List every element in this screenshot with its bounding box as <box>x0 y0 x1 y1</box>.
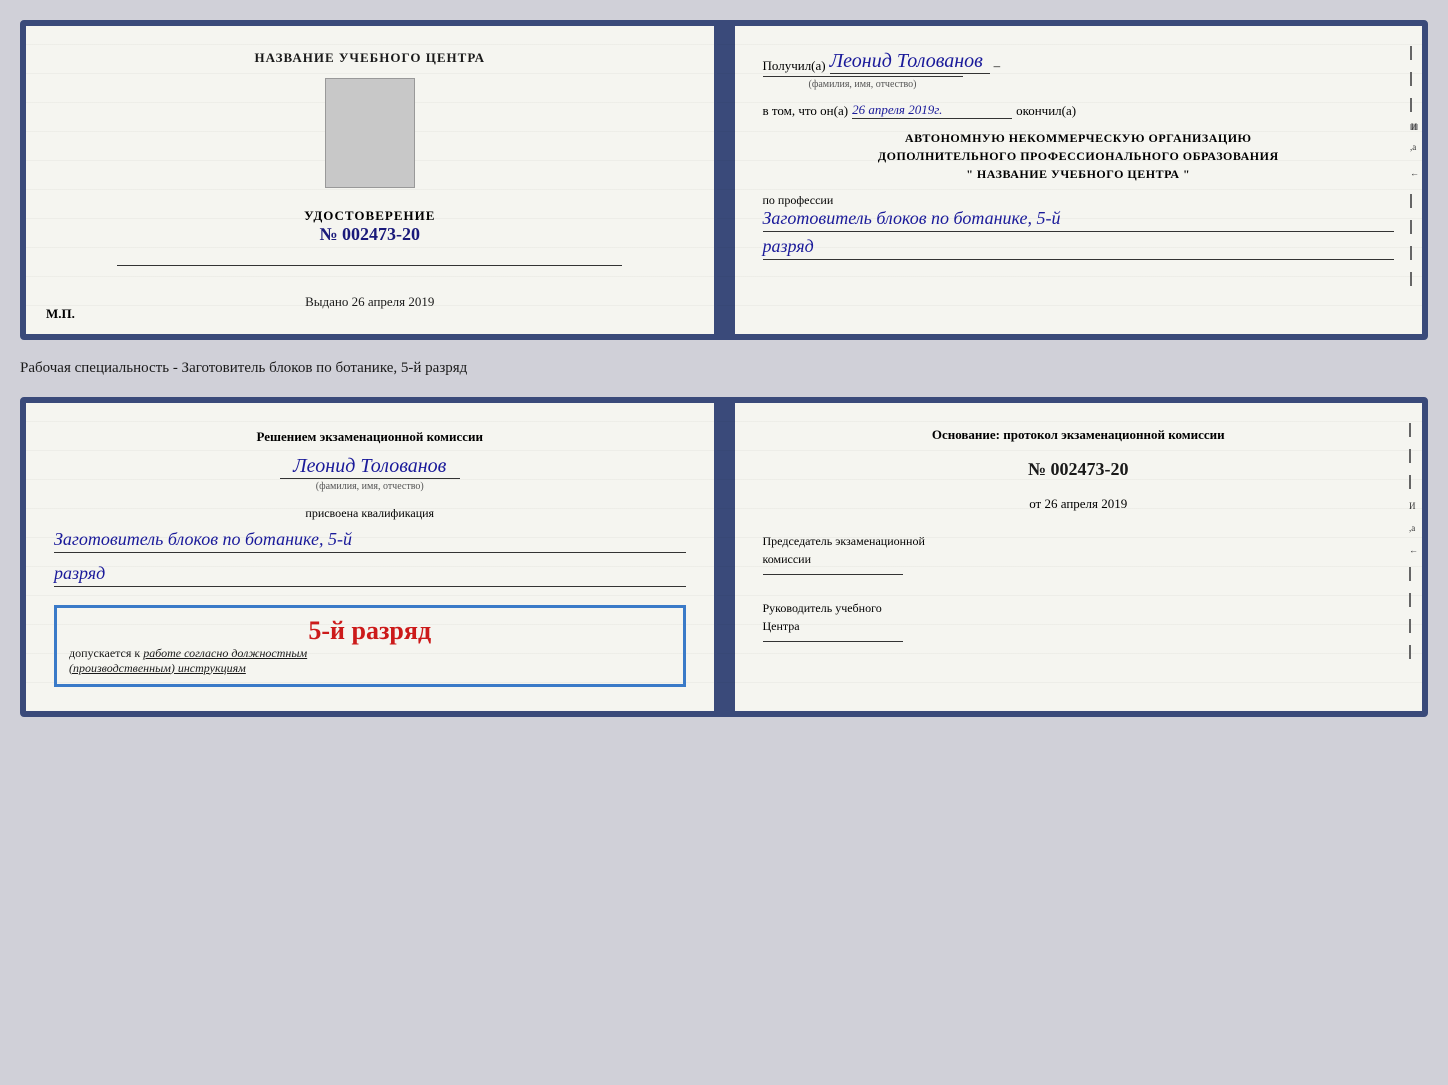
cert-vtom-date: 26 апреля 2019г. <box>852 102 1012 119</box>
qual-stamp-box: 5-й разряд допускается к работе согласно… <box>54 605 686 687</box>
qual-right-panel: Основание: протокол экзаменационной коми… <box>735 403 1423 711</box>
qual-head-line1: Руководитель учебного <box>763 599 1395 617</box>
cert-org-block: АВТОНОМНУЮ НЕКОММЕРЧЕСКУЮ ОРГАНИЗАЦИЮ ДО… <box>763 129 1395 183</box>
cert-razryad: разряд <box>763 236 1395 260</box>
qual-person-block: Леонид Толованов (фамилия, имя, отчество… <box>54 455 686 498</box>
cert-photo-placeholder <box>325 78 415 188</box>
qual-osnov-label: Основание: протокол экзаменационной коми… <box>763 427 1395 443</box>
certificate-card: НАЗВАНИЕ УЧЕБНОГО ЦЕНТРА УДОСТОВЕРЕНИЕ №… <box>20 20 1428 340</box>
cert-org-line2: ДОПОЛНИТЕЛЬНОГО ПРОФЕССИОНАЛЬНОГО ОБРАЗО… <box>763 147 1395 165</box>
cert-vtom-prefix: в том, что он(а) <box>763 103 849 119</box>
qual-person-name: Леонид Толованов <box>54 455 686 478</box>
qual-stamp-dopusk: допускается к работе согласно должностны… <box>69 646 671 661</box>
cert-issued: Выдано 26 апреля 2019 <box>305 294 434 310</box>
cert-vtom-row: в том, что он(а) 26 апреля 2019г. окончи… <box>763 102 1395 119</box>
qual-left-panel: Решением экзаменационной комиссии Леонид… <box>26 403 717 711</box>
qual-profession-value: Заготовитель блоков по ботанике, 5-й <box>54 529 686 553</box>
cert-org-line1: АВТОНОМНУЮ НЕКОММЕРЧЕСКУЮ ОРГАНИЗАЦИЮ <box>763 129 1395 147</box>
cert-udost-label: УДОСТОВЕРЕНИЕ <box>304 208 435 224</box>
qual-date-from: от 26 апреля 2019 <box>763 496 1395 512</box>
qualification-card: Решением экзаменационной комиссии Леонид… <box>20 397 1428 717</box>
specialty-label: Рабочая специальность - Заготовитель бло… <box>20 356 1428 381</box>
cert-fio-label: (фамилия, имя, отчество) <box>763 76 963 90</box>
qual-assigned-label: присвоена квалификация <box>54 506 686 521</box>
qual-stamp-instruktsii: (производственным) инструкциям <box>69 661 671 676</box>
cert-recipient-row: Получил(а) Леонид Толованов – <box>763 50 1395 74</box>
qual-head-block: Руководитель учебного Центра <box>763 599 1395 648</box>
qual-stamp-grade: 5-й разряд <box>69 616 671 646</box>
page-wrapper: НАЗВАНИЕ УЧЕБНОГО ЦЕНТРА УДОСТОВЕРЕНИЕ №… <box>20 20 1428 717</box>
qual-protocol-number: № 002473-20 <box>763 459 1395 480</box>
qual-head-sign-line <box>763 641 903 642</box>
cert-right-panel: Получил(а) Леонид Толованов – (фамилия, … <box>735 26 1423 334</box>
cert-profession-value: Заготовитель блоков по ботанике, 5-й <box>763 208 1395 232</box>
qual-chairman-line1: Председатель экзаменационной <box>763 532 1395 550</box>
cert-poluchil-label: Получил(а) <box>763 58 826 74</box>
qual-chairman-sign-line <box>763 574 903 575</box>
cert-dash: – <box>994 58 1001 74</box>
cert-left-panel: НАЗВАНИЕ УЧЕБНОГО ЦЕНТРА УДОСТОВЕРЕНИЕ №… <box>26 26 717 334</box>
qual-deco-lines: И ,а ← <box>1409 423 1418 659</box>
cert-okончil-label: окончил(а) <box>1016 103 1076 119</box>
qual-decision-text: Решением экзаменационной комиссии <box>54 427 686 447</box>
qual-chairman-line2: комиссии <box>763 550 1395 568</box>
cert-recipient-name: Леонид Толованов <box>830 50 990 74</box>
qual-spine <box>717 403 735 711</box>
cert-deco-lines: И ,а ← <box>1410 46 1418 286</box>
cert-number: № 002473-20 <box>304 224 435 245</box>
cert-spine <box>717 26 735 334</box>
qual-razryad-value: разряд <box>54 563 686 587</box>
cert-org-line3: " НАЗВАНИЕ УЧЕБНОГО ЦЕНТРА " <box>763 165 1395 183</box>
qual-fio-label: (фамилия, имя, отчество) <box>280 478 460 492</box>
qual-head-line2: Центра <box>763 617 1395 635</box>
qual-chairman-block: Председатель экзаменационной комиссии <box>763 532 1395 581</box>
cert-po-professii: по профессии <box>763 193 1395 208</box>
cert-udost-block: УДОСТОВЕРЕНИЕ № 002473-20 <box>304 208 435 245</box>
cert-school-title: НАЗВАНИЕ УЧЕБНОГО ЦЕНТРА <box>254 50 485 66</box>
cert-divider-line <box>117 265 622 266</box>
cert-mp: М.П. <box>46 306 75 322</box>
